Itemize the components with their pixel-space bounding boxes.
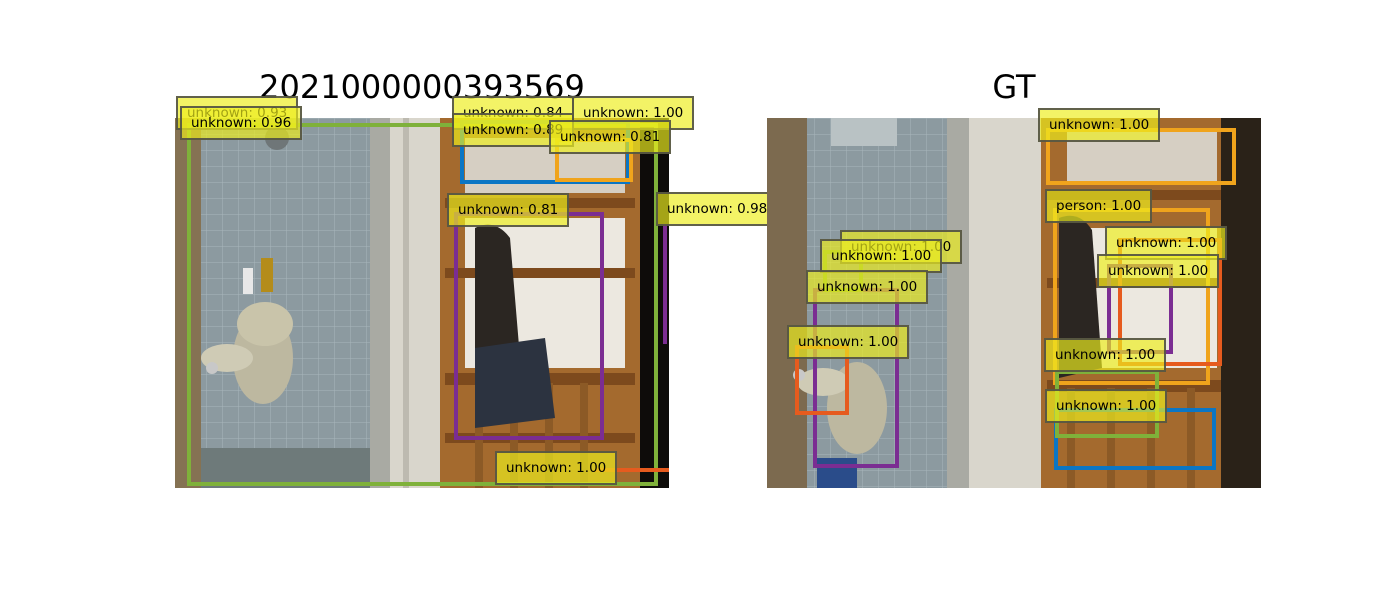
detection-label: unknown: 0.81 xyxy=(549,120,672,154)
detection-label: unknown: 1.00 xyxy=(787,325,910,359)
detection-label: unknown: 1.00 xyxy=(1044,338,1167,372)
detection-label: person: 1.00 xyxy=(1045,189,1153,223)
detection-label: unknown: 1.00 xyxy=(495,451,618,485)
detection-label: unknown: 1.00 xyxy=(806,270,929,304)
detection-label: unknown: 1.00 xyxy=(1097,254,1220,288)
ground-truth-panel: unknown: 1.00 person: 1.00 unknown: 1.00… xyxy=(767,108,1261,488)
bbox-right-edge-purple xyxy=(663,224,673,344)
prediction-panel: unknown: 0.93 unknown: 0.96 unknown: 0.8… xyxy=(175,96,779,488)
ground-truth-title: GT xyxy=(992,68,1036,106)
detection-label: unknown: 1.00 xyxy=(1045,389,1168,423)
detection-label: unknown: 1.00 xyxy=(820,239,943,273)
detection-label: unknown: 1.00 xyxy=(1038,108,1161,142)
detection-label: unknown: 0.81 xyxy=(447,193,570,227)
detection-label: unknown: 0.96 xyxy=(180,106,303,140)
detection-label: unknown: 0.98 xyxy=(656,192,779,226)
bbox-person-purple xyxy=(454,212,604,440)
